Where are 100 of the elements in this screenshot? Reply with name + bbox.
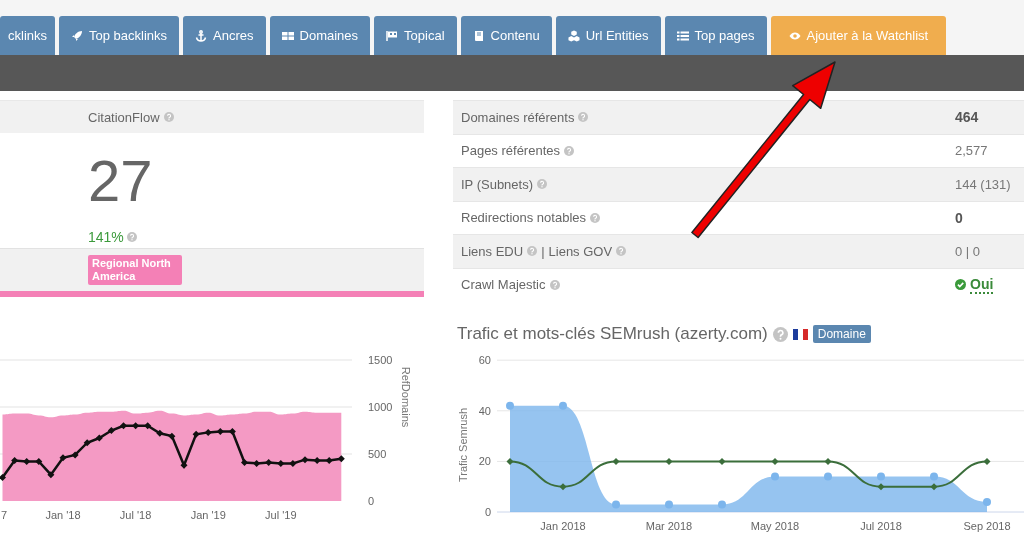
nav-tab[interactable]: cklinks <box>0 16 55 55</box>
axis-tick-label: 500 <box>368 448 387 460</box>
metric-label: Pages référentes <box>461 143 560 159</box>
point <box>289 459 297 467</box>
point <box>877 483 885 491</box>
metric-value: 464 <box>955 109 979 126</box>
nav-tab[interactable]: Top backlinks <box>59 16 180 55</box>
metric-label: Crawl Majestic <box>461 277 546 293</box>
nav-tab[interactable]: Domaines <box>269 16 371 55</box>
list-icon <box>676 29 689 42</box>
axis-tick-label: Jan 2018 <box>540 520 586 532</box>
point <box>47 471 55 479</box>
metric-label: Liens EDU <box>461 243 524 259</box>
point <box>718 500 726 509</box>
anchor-icon <box>195 29 208 42</box>
point <box>559 401 567 410</box>
citation-score: 27 <box>88 151 153 211</box>
point <box>228 427 236 435</box>
point <box>107 427 115 434</box>
watchlist-button[interactable]: Ajouter à la Watchlist <box>770 16 947 55</box>
point <box>156 429 164 437</box>
axis-tick-label: 7 <box>0 509 8 521</box>
metric-label: | <box>541 243 545 259</box>
point <box>71 451 79 459</box>
book-icon <box>472 29 485 42</box>
help-icon[interactable] <box>549 279 560 290</box>
point <box>132 422 140 430</box>
metric-label: Liens GOV <box>548 243 613 259</box>
point <box>983 457 991 465</box>
axis-tick-label: Jul 2018 <box>860 520 902 532</box>
help-icon[interactable] <box>578 112 589 123</box>
domain-badge: Domaine <box>812 325 871 343</box>
help-icon[interactable] <box>126 232 137 242</box>
point <box>877 472 885 481</box>
point <box>612 457 620 465</box>
axis-tick-label: 0 <box>484 506 491 518</box>
chart-title: Trafic et mots-clés SEMrush (azerty.com) <box>457 324 768 344</box>
help-icon[interactable] <box>564 145 574 156</box>
axis-tick-label: 1500 <box>368 354 393 366</box>
metric-value: 144 (131) <box>955 176 1011 192</box>
help-icon[interactable] <box>163 112 174 122</box>
point <box>930 472 938 481</box>
axis-tick-label: Jan '18 <box>45 509 81 521</box>
metric-value: 0 | 0 <box>955 243 981 259</box>
nav-tab[interactable]: Url Entities <box>555 16 661 55</box>
help-icon[interactable] <box>537 179 548 190</box>
point <box>718 457 726 465</box>
point <box>930 483 938 491</box>
axis-title: RefDomains <box>400 366 412 428</box>
axis-tick-label: 40 <box>478 404 491 417</box>
axis-title: Trafic Semrush <box>457 407 469 483</box>
axis-tick-label: Mar 2018 <box>645 520 693 532</box>
point <box>59 454 67 462</box>
point <box>241 458 248 466</box>
point <box>120 422 127 430</box>
axis-tick-label: Jan '19 <box>190 509 226 521</box>
point <box>301 456 309 464</box>
rocket-icon <box>71 29 83 42</box>
point <box>192 430 200 438</box>
point <box>771 472 779 481</box>
flag-icon <box>386 29 399 42</box>
axis-tick-label: Jul '19 <box>265 509 297 521</box>
point <box>824 472 832 481</box>
axis-tick-label: 0 <box>368 495 375 507</box>
point <box>265 458 273 466</box>
score-change: 141% <box>88 229 124 245</box>
metric-value: 0 <box>955 209 963 226</box>
cubes-icon <box>567 29 580 42</box>
column-header: CitationFlow <box>88 109 160 125</box>
help-icon[interactable] <box>616 246 627 257</box>
help-icon[interactable] <box>527 246 538 257</box>
point <box>337 455 345 463</box>
point <box>277 459 285 467</box>
point <box>771 457 779 465</box>
point <box>216 427 224 435</box>
axis-tick-label: 20 <box>478 455 491 468</box>
table-icon <box>281 29 294 42</box>
nav-tab[interactable]: Topical <box>374 16 457 55</box>
point <box>612 500 620 509</box>
help-icon[interactable] <box>772 326 788 342</box>
axis-tick-label: Sep 2018 <box>963 520 1011 532</box>
point <box>144 422 152 430</box>
metric-value: Oui <box>970 275 994 294</box>
help-icon[interactable] <box>590 212 601 223</box>
point <box>983 497 991 506</box>
point <box>665 457 673 465</box>
point <box>824 457 832 465</box>
point <box>506 457 514 465</box>
nav-tab[interactable]: Contenu <box>460 16 552 55</box>
point <box>23 458 31 466</box>
metric-label: Redirections notables <box>461 210 587 226</box>
nav-tab[interactable]: Top pages <box>664 16 767 55</box>
point <box>559 483 567 491</box>
metric-label: IP (Subnets) <box>461 176 534 192</box>
nav-tab[interactable]: Ancres <box>183 16 266 55</box>
point <box>204 428 212 436</box>
point <box>95 434 103 442</box>
axis-tick-label: Jul '18 <box>119 509 152 521</box>
point <box>0 474 6 481</box>
point <box>325 457 333 465</box>
